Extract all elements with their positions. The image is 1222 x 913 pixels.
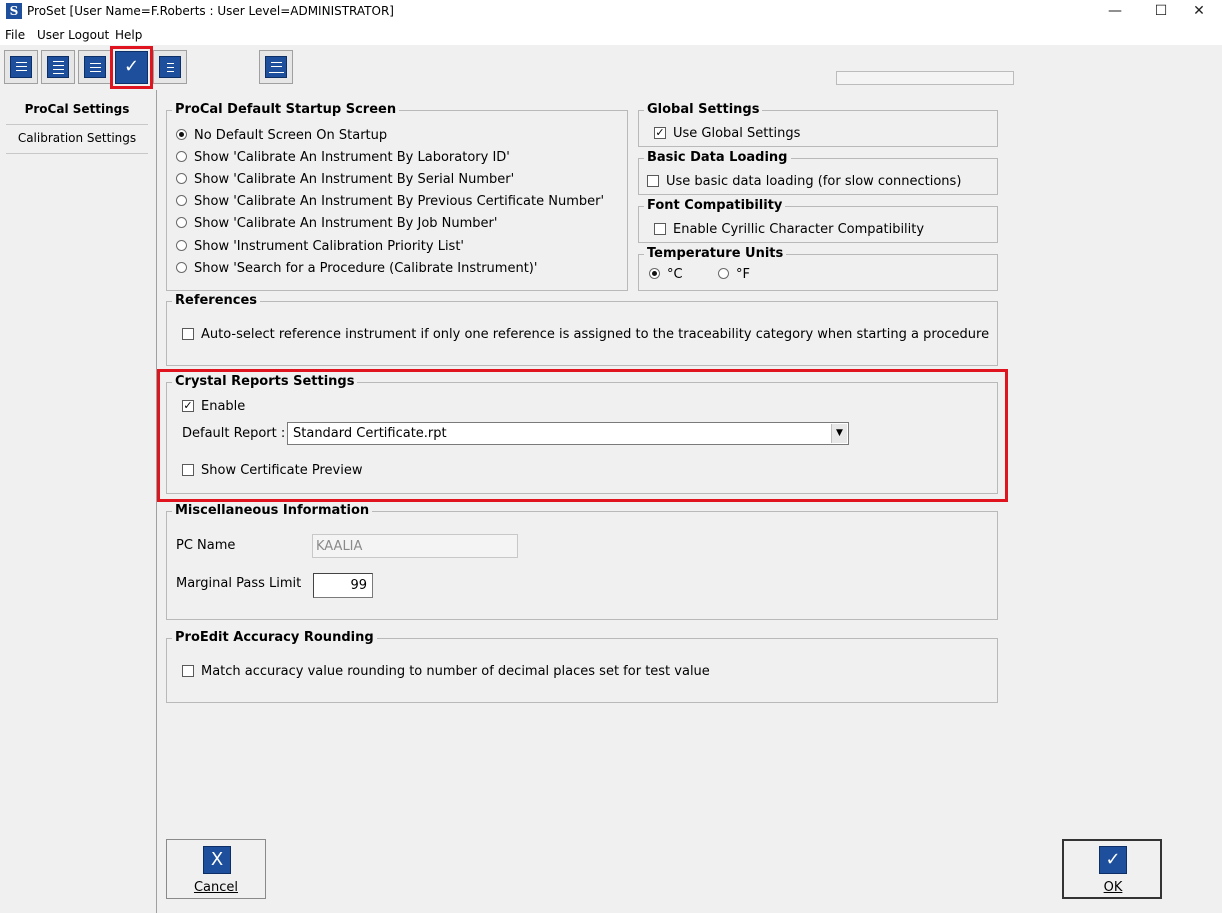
marginal-pass-limit-label: Marginal Pass Limit (176, 576, 302, 591)
toolbar-check-button[interactable]: ✓ (115, 51, 148, 84)
startup-option-none[interactable]: No Default Screen On Startup (176, 128, 387, 143)
font-compatibility-title: Font Compatibility (644, 198, 786, 213)
toolbar-print-preview-button[interactable] (259, 50, 293, 84)
font-compatibility-group: Font Compatibility Enable Cyrillic Chara… (638, 198, 998, 243)
documents-icon (84, 56, 106, 78)
document-icon (159, 56, 181, 78)
ok-label: OK (1103, 880, 1123, 895)
cancel-icon: X (203, 846, 231, 874)
toolbar-documents-button[interactable] (78, 50, 112, 84)
title-bar: S ProSet [User Name=F.Roberts : User Lev… (0, 0, 1222, 24)
sidebar-item-calibration-settings[interactable]: Calibration Settings (6, 125, 148, 154)
sidebar-item-procal-settings[interactable]: ProCal Settings (6, 96, 148, 125)
radio[interactable] (176, 151, 187, 162)
startup-option-certificate-number[interactable]: Show 'Calibrate An Instrument By Previou… (176, 194, 604, 209)
radio[interactable] (176, 195, 187, 206)
startup-option-job-number[interactable]: Show 'Calibrate An Instrument By Job Num… (176, 216, 497, 231)
default-report-select[interactable]: Standard Certificate.rpt ▼ (287, 422, 849, 445)
temperature-units-group: Temperature Units °C °F (638, 246, 998, 291)
cancel-label: Cancel (193, 880, 239, 895)
miscellaneous-title: Miscellaneous Information (172, 503, 373, 518)
startup-option-priority-list[interactable]: Show 'Instrument Calibration Priority Li… (176, 239, 464, 254)
crystal-enable-checkbox[interactable]: ✓ Enable (182, 399, 245, 414)
pc-name-label: PC Name (176, 538, 236, 553)
references-title: References (172, 293, 261, 308)
close-window-button[interactable]: ✕ (1176, 0, 1222, 24)
temperature-units-title: Temperature Units (644, 246, 787, 261)
marginal-pass-limit-field[interactable] (313, 573, 373, 598)
show-certificate-preview-checkbox[interactable]: Show Certificate Preview (182, 463, 362, 478)
menu-bar: File User Logout Help (0, 24, 1222, 45)
global-settings-title: Global Settings (644, 102, 763, 117)
radio[interactable] (718, 268, 729, 279)
crystal-reports-group: Crystal Reports Settings ✓ Enable Default… (166, 374, 998, 494)
radio[interactable] (176, 173, 187, 184)
settings-sidebar (0, 90, 157, 913)
list-icon (47, 56, 69, 78)
ok-check-icon: ✓ (1099, 846, 1127, 874)
toolbar-document-button[interactable] (153, 50, 187, 84)
menu-file[interactable]: File (5, 28, 25, 42)
menu-help[interactable]: Help (115, 28, 142, 42)
checkbox[interactable] (182, 327, 194, 340)
miscellaneous-group: Miscellaneous Information PC Name Margin… (166, 503, 998, 620)
default-report-value: Standard Certificate.rpt (293, 426, 447, 441)
startup-option-laboratory-id[interactable]: Show 'Calibrate An Instrument By Laborat… (176, 150, 510, 165)
cancel-button[interactable]: X Cancel (166, 839, 266, 899)
minimize-button[interactable]: — (1092, 0, 1138, 24)
basic-data-loading-group: Basic Data Loading Use basic data loadin… (638, 150, 998, 195)
references-group: References Auto-select reference instrum… (166, 293, 998, 366)
window-title: ProSet [User Name=F.Roberts : User Level… (27, 4, 394, 18)
temperature-fahrenheit-radio[interactable]: °F (718, 267, 750, 282)
auto-select-reference-checkbox[interactable]: Auto-select reference instrument if only… (182, 327, 989, 342)
radio[interactable] (176, 217, 187, 228)
match-accuracy-rounding-checkbox[interactable]: Match accuracy value rounding to number … (182, 664, 710, 679)
basic-data-loading-checkbox[interactable]: Use basic data loading (for slow connect… (647, 174, 961, 189)
status-progress-bar (836, 71, 1014, 85)
menu-user-logout[interactable]: User Logout (37, 28, 109, 42)
radio-selected[interactable] (176, 129, 187, 140)
checkbox[interactable] (654, 222, 666, 235)
toolbar-monitor-list-button[interactable] (4, 50, 38, 84)
checkbox-checked[interactable]: ✓ (654, 126, 666, 139)
app-icon: S (6, 3, 22, 19)
toolbar-list-button[interactable] (41, 50, 75, 84)
pc-name-field (312, 534, 518, 558)
crystal-reports-title: Crystal Reports Settings (172, 374, 358, 389)
use-global-settings-checkbox[interactable]: ✓ Use Global Settings (654, 126, 800, 141)
checkbox[interactable] (647, 174, 659, 187)
checkbox-checked[interactable]: ✓ (182, 399, 194, 412)
basic-data-loading-title: Basic Data Loading (644, 150, 791, 165)
default-report-label: Default Report : (182, 426, 286, 441)
startup-screen-title: ProCal Default Startup Screen (172, 102, 400, 117)
radio[interactable] (176, 262, 187, 273)
radio-selected[interactable] (649, 268, 660, 279)
temperature-celsius-radio[interactable]: °C (649, 267, 683, 282)
proedit-rounding-group: ProEdit Accuracy Rounding Match accuracy… (166, 630, 998, 703)
startup-option-serial-number[interactable]: Show 'Calibrate An Instrument By Serial … (176, 172, 514, 187)
proedit-rounding-title: ProEdit Accuracy Rounding (172, 630, 377, 645)
startup-option-search-procedure[interactable]: Show 'Search for a Procedure (Calibrate … (176, 261, 537, 276)
checkmark-icon: ✓ (123, 56, 140, 77)
ok-button[interactable]: ✓ OK (1062, 839, 1162, 899)
cyrillic-compatibility-checkbox[interactable]: Enable Cyrillic Character Compatibility (654, 222, 924, 237)
monitor-list-icon (10, 56, 32, 78)
global-settings-group: Global Settings ✓ Use Global Settings (638, 102, 998, 147)
checkbox[interactable] (182, 664, 194, 677)
chevron-down-icon[interactable]: ▼ (831, 424, 847, 443)
print-preview-icon (265, 56, 287, 78)
startup-screen-group: ProCal Default Startup Screen No Default… (166, 102, 628, 291)
radio[interactable] (176, 240, 187, 251)
checkbox[interactable] (182, 463, 194, 476)
